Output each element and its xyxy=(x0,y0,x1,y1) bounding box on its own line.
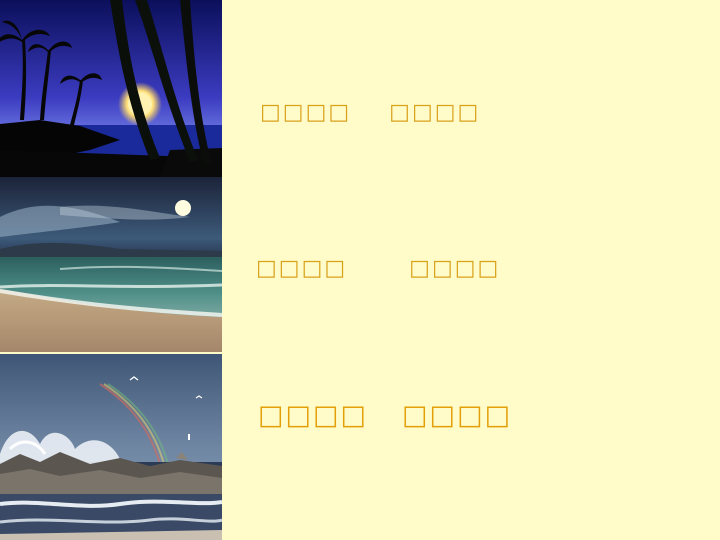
line-3-part-b: □□□□ xyxy=(402,400,513,431)
text-line-2: □□□□ □□□□ xyxy=(256,256,500,281)
line-2-part-a: □□□□ xyxy=(256,256,348,281)
slide: □□□□ □□□□ □□□□ □□□□ □□□□ □□□□ xyxy=(0,0,720,540)
line-1-part-b: □□□□ xyxy=(389,100,481,125)
moonlit-palm-beach-photo xyxy=(0,0,222,177)
line-1-part-a: □□□□ xyxy=(260,100,352,125)
line-3-part-a: □□□□ xyxy=(258,400,369,431)
moonlit-sea-shore-photo xyxy=(0,177,222,352)
text-line-1: □□□□ □□□□ xyxy=(260,100,480,125)
line-2-part-b: □□□□ xyxy=(409,256,501,281)
text-line-3: □□□□ □□□□ xyxy=(258,400,512,431)
rocky-coast-rainbow-photo xyxy=(0,354,222,540)
